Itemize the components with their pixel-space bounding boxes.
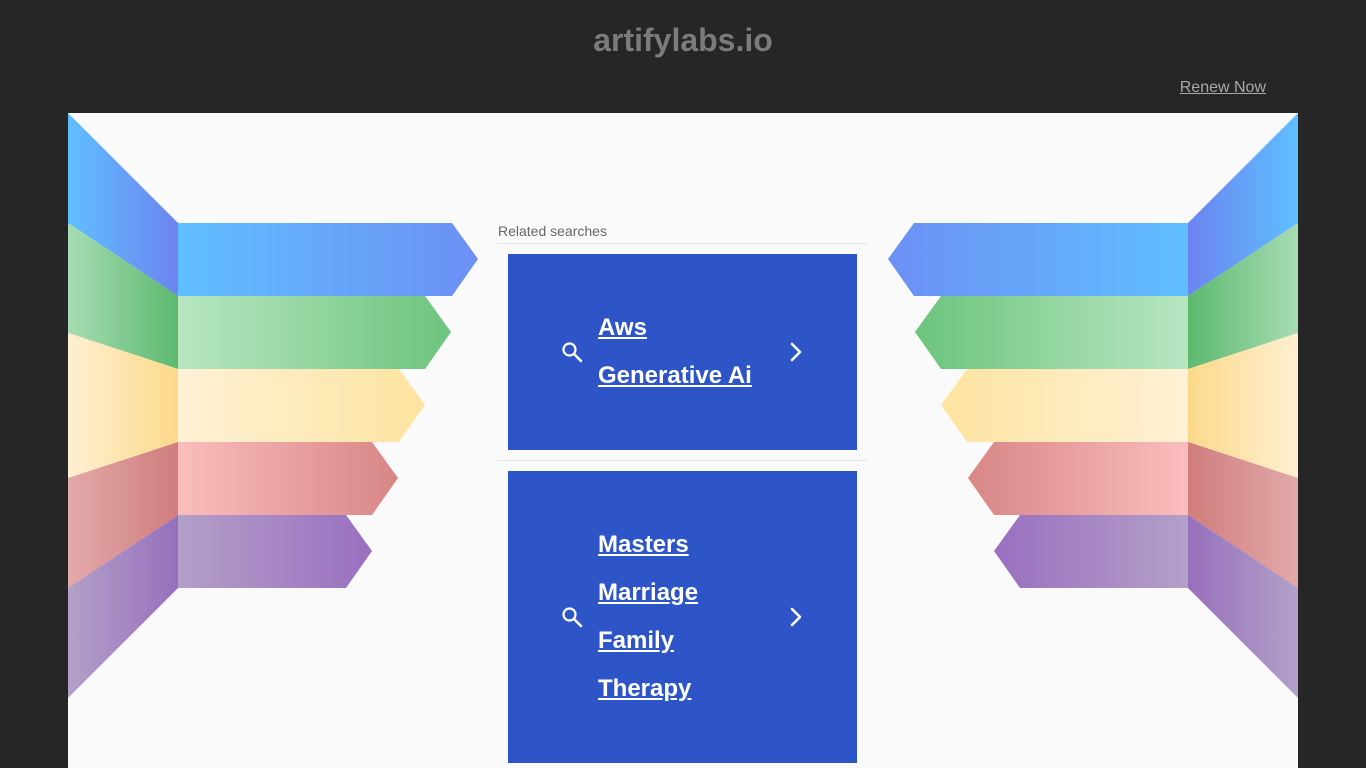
search-terms: Masters Marriage Family Therapy: [598, 521, 698, 713]
search-term-link[interactable]: Masters: [598, 521, 698, 569]
search-term-link[interactable]: Aws: [598, 304, 752, 352]
content-panel: Related searches Aws Generative Ai Maste…: [68, 113, 1298, 768]
search-icon: [562, 607, 583, 628]
search-result-card[interactable]: Aws Generative Ai: [508, 254, 857, 450]
renew-now-link[interactable]: Renew Now: [1180, 79, 1266, 97]
search-term-link[interactable]: Therapy: [598, 665, 698, 713]
search-terms: Aws Generative Ai: [598, 304, 752, 400]
chevron-right-icon: [790, 342, 802, 362]
left-ribbon-decoration: [68, 113, 478, 698]
chevron-right-icon: [790, 607, 802, 627]
header: artifylabs.io Renew Now: [0, 0, 1366, 113]
domain-title: artifylabs.io: [593, 22, 773, 58]
search-result-card[interactable]: Masters Marriage Family Therapy: [508, 471, 857, 763]
search-term-link[interactable]: Generative Ai: [598, 352, 752, 400]
related-searches: Related searches Aws Generative Ai Maste…: [498, 221, 867, 763]
search-term-link[interactable]: Family: [598, 617, 698, 665]
related-searches-title: Related searches: [498, 221, 867, 244]
right-ribbon-decoration: [888, 113, 1298, 698]
search-term-link[interactable]: Marriage: [598, 569, 698, 617]
divider: [498, 460, 867, 461]
search-icon: [562, 342, 583, 363]
